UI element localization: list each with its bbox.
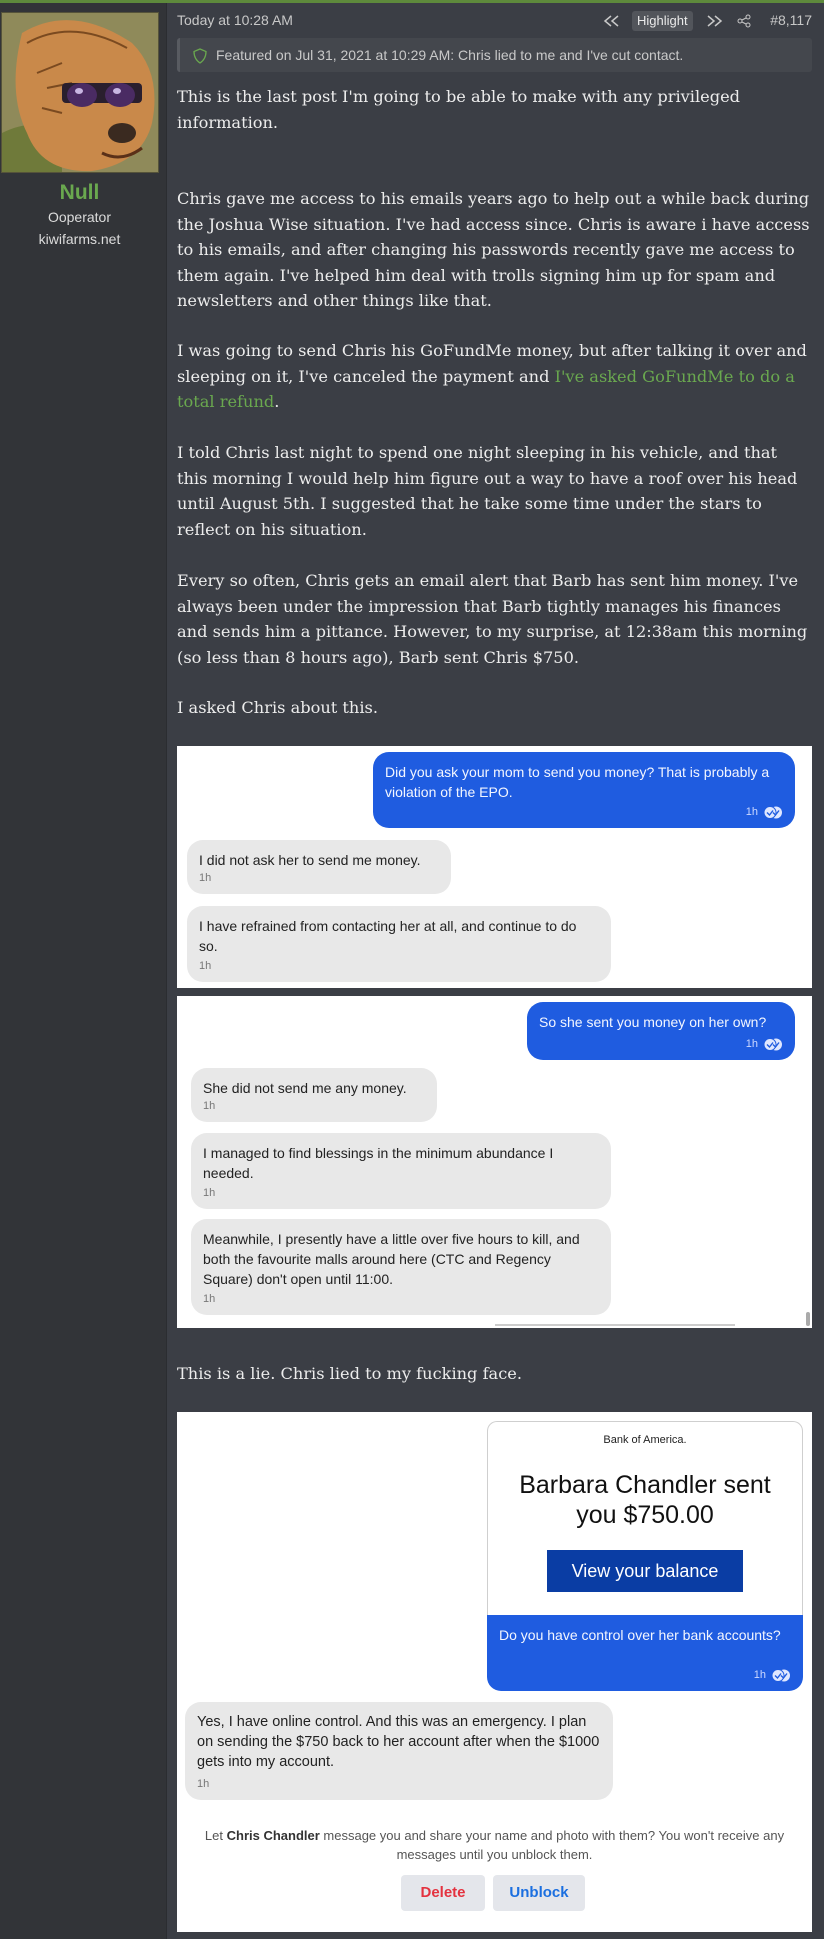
chat-screenshot-2[interactable]: So she sent you money on her own? 1h She… — [177, 996, 812, 1328]
previous-highlight-icon[interactable] — [600, 10, 622, 32]
message-text: I managed to find blessings in the minim… — [203, 1145, 554, 1181]
vertical-scrollbar[interactable] — [806, 1312, 810, 1326]
message-time: 1h — [199, 872, 212, 884]
paragraph: This is a lie. Chris lied to my fucking … — [177, 1364, 522, 1383]
chat-message-received: I managed to find blessings in the minim… — [191, 1133, 611, 1209]
contact-name: Chris Chandler — [226, 1828, 320, 1843]
unblock-prompt: Let Chris Chandler message you and share… — [177, 1826, 812, 1864]
message-text: Did you ask your mom to send you money? … — [385, 764, 770, 800]
message-time: 1h — [203, 1100, 216, 1112]
chat-message-received: I did not ask her to send me money. 1h — [187, 840, 451, 894]
username[interactable]: Null — [0, 181, 159, 205]
view-balance-button[interactable]: View your balance — [547, 1550, 743, 1592]
chat-screenshot-3[interactable]: Bank of America. Barbara Chandler sent y… — [177, 1412, 812, 1932]
horizontal-scrollbar[interactable] — [495, 1324, 735, 1326]
message-text: Do you have control over her bank accoun… — [499, 1627, 781, 1643]
unblock-button[interactable]: Unblock — [493, 1875, 585, 1911]
user-site: kiwifarms.net — [38, 231, 121, 247]
message-text: I did not ask her to send me money. — [199, 852, 421, 868]
message-text: She did not send me any money. — [203, 1080, 407, 1096]
featured-banner: Featured on Jul 31, 2021 at 10:29 AM: Ch… — [177, 38, 812, 72]
message-text: So she sent you money on her own? — [539, 1014, 767, 1030]
avatar[interactable] — [1, 12, 159, 173]
avatar-image — [2, 13, 158, 172]
message-time: 1h — [199, 960, 212, 972]
bofa-logo: Bank of America. — [603, 1434, 687, 1446]
message-time: 1h — [203, 1293, 216, 1305]
message-text: Yes, I have online control. And this was… — [197, 1714, 600, 1770]
paragraph: I asked Chris about this. — [177, 698, 378, 717]
seen-check-icon — [763, 805, 782, 819]
paragraph-text: . — [274, 392, 280, 411]
chat-message-received: I have refrained from contacting her at … — [187, 906, 611, 982]
delete-button[interactable]: Delete — [401, 1875, 485, 1911]
message-time: 1h — [203, 1187, 216, 1199]
bofa-title: Barbara Chandler sent you $750.00 — [519, 1471, 771, 1529]
chat-message-received: She did not send me any money. 1h — [191, 1068, 437, 1122]
post-number[interactable]: #8,117 — [770, 12, 812, 28]
bank-of-america-card[interactable]: Bank of America. Barbara Chandler sent y… — [487, 1421, 803, 1621]
paragraph: I was going to send Chris his GoFundMe m… — [177, 338, 812, 415]
post-header: Today at 10:28 AM Highlight #8,117 — [177, 10, 812, 32]
message-text: I have refrained from contacting her at … — [199, 918, 577, 954]
post-time[interactable]: Today at 10:28 AM — [177, 12, 293, 28]
message-meta: 1h — [746, 802, 783, 822]
message-time: 1h — [745, 806, 758, 818]
message-meta: 1h — [746, 1034, 783, 1054]
prompt-text: Let — [204, 1828, 227, 1843]
paragraph: I told Chris last night to spend one nig… — [177, 443, 798, 539]
chat-message-sent: So she sent you money on her own? 1h — [527, 1002, 795, 1060]
message-time: 1h — [753, 1669, 766, 1681]
paragraph: This is the last post I'm going to be ab… — [177, 87, 741, 132]
highlight-button[interactable]: Highlight — [632, 11, 693, 31]
seen-check-icon — [771, 1668, 790, 1682]
next-highlight-icon[interactable] — [704, 10, 726, 32]
chat-message-sent: Did you ask your mom to send you money? … — [373, 752, 795, 828]
chat-message-received: Yes, I have online control. And this was… — [185, 1702, 613, 1800]
message-time: 1h — [197, 1778, 210, 1790]
message-text: Meanwhile, I presently have a little ove… — [203, 1231, 580, 1287]
chat-message-received: Meanwhile, I presently have a little ove… — [191, 1219, 611, 1315]
chat-screenshot-1[interactable]: Did you ask your mom to send you money? … — [177, 746, 812, 988]
share-icon[interactable] — [733, 10, 755, 32]
prompt-text: message you and share your name and phot… — [319, 1828, 785, 1862]
user-sidebar: Null Ooperator kiwifarms.net — [0, 3, 167, 1939]
user-title: Ooperator — [47, 209, 112, 225]
shield-icon — [193, 48, 207, 65]
seen-check-icon — [763, 1037, 782, 1051]
chat-message-sent: Do you have control over her bank accoun… — [487, 1615, 803, 1691]
message-meta: 1h — [754, 1665, 791, 1685]
paragraph: Chris gave me access to his emails years… — [177, 189, 810, 310]
message-time: 1h — [745, 1038, 758, 1050]
featured-text: Featured on Jul 31, 2021 at 10:29 AM: Ch… — [216, 47, 684, 63]
paragraph: Every so often, Chris gets an email aler… — [177, 571, 808, 667]
